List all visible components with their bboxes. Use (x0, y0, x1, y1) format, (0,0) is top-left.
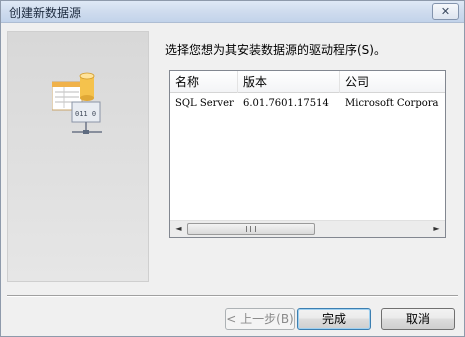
window-title: 创建新数据源 (9, 6, 82, 20)
title-bar: 创建新数据源 ✕ (1, 1, 464, 23)
driver-list[interactable]: 名称 版本 公司 SQL Server 6.01.7601.17514 Micr… (169, 70, 446, 238)
button-separator (7, 295, 458, 297)
scroll-thumb[interactable] (187, 223, 315, 235)
close-icon: ✕ (440, 5, 451, 18)
close-button[interactable]: ✕ (432, 3, 459, 20)
data-source-illustration: 011 0 (52, 72, 102, 134)
create-data-source-dialog: 创建新数据源 ✕ 011 0 选择您想为其安装数据源的驱动程序(S)。 名称 版… (0, 0, 465, 337)
scroll-left-icon[interactable]: ◄ (170, 221, 187, 237)
driver-row[interactable]: SQL Server 6.01.7601.17514 Microsoft Cor… (170, 95, 445, 113)
cancel-button[interactable]: 取消 (381, 308, 455, 330)
driver-company: Microsoft Corpora (345, 98, 439, 109)
driver-name: SQL Server (175, 98, 234, 109)
column-header-version[interactable]: 版本 (238, 71, 340, 93)
back-button[interactable]: < 上一步(B) (225, 308, 295, 330)
horizontal-scrollbar[interactable]: ◄ ► (170, 220, 445, 237)
column-header-company[interactable]: 公司 (340, 71, 445, 93)
column-header-name[interactable]: 名称 (170, 71, 238, 93)
driver-version: 6.01.7601.17514 (243, 98, 329, 109)
scroll-right-icon[interactable]: ► (428, 221, 445, 237)
wizard-graphic-panel: 011 0 (7, 31, 149, 282)
finish-button[interactable]: 完成 (297, 308, 371, 330)
driver-list-header: 名称 版本 公司 (170, 71, 445, 93)
driver-selection-prompt: 选择您想为其安装数据源的驱动程序(S)。 (165, 43, 386, 57)
binary-text: 011 0 (75, 110, 96, 118)
grip-icon (246, 226, 256, 232)
